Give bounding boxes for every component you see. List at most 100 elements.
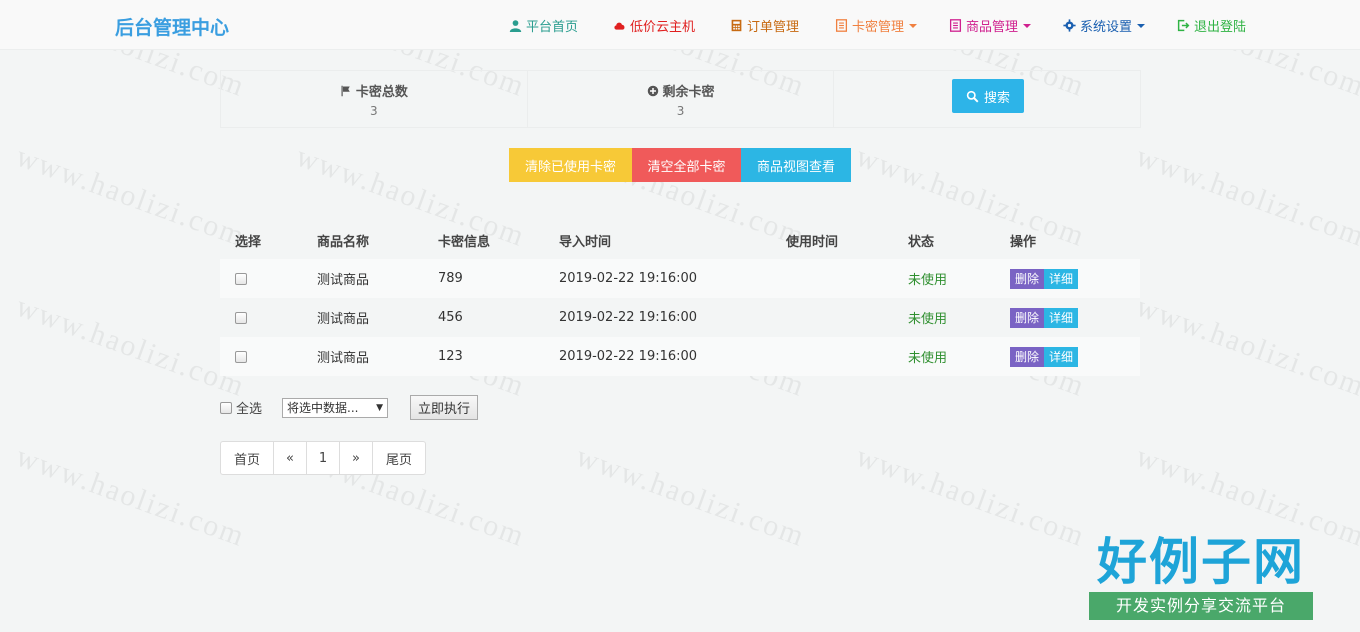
sign-out-icon [1177,19,1190,32]
stat-label-row: 卡密总数 [221,81,527,100]
stat-value: 3 [676,104,685,118]
watermark-text: www.haolizi.com [11,289,250,404]
header-operations: 操作 [1010,235,1037,250]
header-select: 选择 [235,235,262,250]
plus-circle-icon [647,85,658,96]
list-icon [835,19,848,32]
watermark-logo-subtitle: 开发实例分享交流平台 [1089,592,1313,620]
stat-label: 卡密总数 [355,85,408,100]
nav-item-label: 退出登陆 [1194,20,1247,35]
header-import-time: 导入时间 [559,235,612,250]
bulk-action-select-value: 将选中数据... [287,401,359,415]
watermark-text: www.haolizi.com [1131,139,1360,254]
watermark-text: www.haolizi.com [11,439,250,554]
row-select-cell [235,259,247,298]
row-select-cell [235,337,247,376]
nav-item-product-management[interactable]: 商品管理 [949,16,1032,35]
user-icon [509,20,522,32]
nav-item-label: 订单管理 [747,20,800,35]
flag-icon [341,85,350,96]
row-operations: 删除 详细 [1010,298,1079,337]
search-icon [966,90,979,102]
bulk-action-select[interactable]: 将选中数据... ▼ [282,397,389,418]
clear-all-cards-button[interactable]: 清空全部卡密 [632,148,741,182]
watermark-text: www.haolizi.com [851,439,1090,554]
table-row: 测试商品 456 2019-02-22 19:16:00 未使用 删除 详细 [220,298,1140,337]
chevron-down-icon [1023,23,1032,28]
header-use-time: 使用时间 [786,235,839,250]
chevron-down-icon [909,23,918,28]
nav-item-home[interactable]: 平台首页 [509,16,578,35]
row-card-info: 123 [438,349,463,364]
select-all-label: 全选 [236,402,263,417]
watermark-logo: 好例子网 开发实例分享交流平台 [1089,532,1313,620]
nav-item-label: 系统设置 [1080,20,1133,35]
nav-item-label: 平台首页 [526,20,579,35]
pagination: 首页 « 1 » 尾页 [220,441,426,475]
execute-button[interactable]: 立即执行 [410,395,479,420]
watermark-text: www.haolizi.com [1131,289,1360,404]
calculator-icon [731,19,742,32]
pagination-next[interactable]: » [339,441,373,475]
stat-label: 剩余卡密 [662,85,715,100]
pagination-last[interactable]: 尾页 [372,441,426,475]
bulk-action-buttons: 清除已使用卡密 清空全部卡密 商品视图查看 [509,148,851,182]
row-import-time: 2019-02-22 19:16:00 [559,271,698,286]
detail-button[interactable]: 详细 [1044,346,1079,367]
row-product-name: 测试商品 [317,273,370,288]
header-status: 状态 [908,235,935,250]
nav-item-card-management[interactable]: 卡密管理 [835,16,918,35]
gear-icon [1063,19,1076,32]
row-checkbox[interactable] [235,272,247,285]
select-all-checkbox[interactable] [220,401,232,414]
detail-button[interactable]: 详细 [1044,268,1079,289]
nav-item-label: 低价云主机 [630,20,696,35]
table-header: 选择 商品名称 卡密信息 导入时间 使用时间 状态 操作 [220,222,1140,259]
watermark-text: www.haolizi.com [11,139,250,254]
pagination-page-1[interactable]: 1 [306,441,340,475]
row-import-time: 2019-02-22 19:16:00 [559,310,698,325]
row-status: 未使用 [908,312,948,327]
delete-button[interactable]: 删除 [1010,268,1045,289]
chevron-down-icon: ▼ [376,402,384,413]
cloud-icon [614,22,625,30]
stat-total-cards: 卡密总数 3 [220,70,528,128]
pagination-first[interactable]: 首页 [220,441,274,475]
row-status: 未使用 [908,351,948,366]
product-view-button[interactable]: 商品视图查看 [741,148,851,182]
table-row: 测试商品 789 2019-02-22 19:16:00 未使用 删除 详细 [220,259,1140,298]
nav-item-label: 卡密管理 [852,20,905,35]
top-navbar: 后台管理中心 平台首页 低价云主机 订单管理 卡密管理 商品管理 系统设置 退出… [0,0,1360,50]
pagination-prev[interactable]: « [273,441,307,475]
delete-button[interactable]: 删除 [1010,307,1045,328]
chevron-down-icon [1137,23,1146,28]
delete-button[interactable]: 删除 [1010,346,1045,367]
nav-item-cloud-host[interactable]: 低价云主机 [613,16,695,35]
nav-item-logout[interactable]: 退出登陆 [1177,16,1246,35]
stat-label-row: 剩余卡密 [528,81,834,100]
nav-item-system-settings[interactable]: 系统设置 [1063,16,1146,35]
nav-item-label: 商品管理 [966,20,1019,35]
clear-used-cards-button[interactable]: 清除已使用卡密 [509,148,632,182]
row-checkbox[interactable] [235,311,247,324]
detail-button[interactable]: 详细 [1044,307,1079,328]
brand-title[interactable]: 后台管理中心 [115,13,229,40]
table-row: 测试商品 123 2019-02-22 19:16:00 未使用 删除 详细 [220,337,1140,376]
watermark-text: www.haolizi.com [571,439,810,554]
row-checkbox[interactable] [235,350,247,363]
row-product-name: 测试商品 [317,351,370,366]
list-icon [949,19,962,32]
row-status: 未使用 [908,273,948,288]
row-card-info: 456 [438,310,463,325]
nav-item-orders[interactable]: 订单管理 [730,16,799,35]
search-button[interactable]: 搜索 [952,79,1024,113]
select-all-control[interactable]: 全选 [220,398,262,417]
header-card-info: 卡密信息 [438,235,491,250]
row-select-cell [235,298,247,337]
row-import-time: 2019-02-22 19:16:00 [559,349,698,364]
row-product-name: 测试商品 [317,312,370,327]
row-card-info: 789 [438,271,463,286]
row-operations: 删除 详细 [1010,337,1079,376]
search-button-label: 搜索 [983,90,1010,106]
watermark-logo-title: 好例子网 [1097,532,1305,591]
